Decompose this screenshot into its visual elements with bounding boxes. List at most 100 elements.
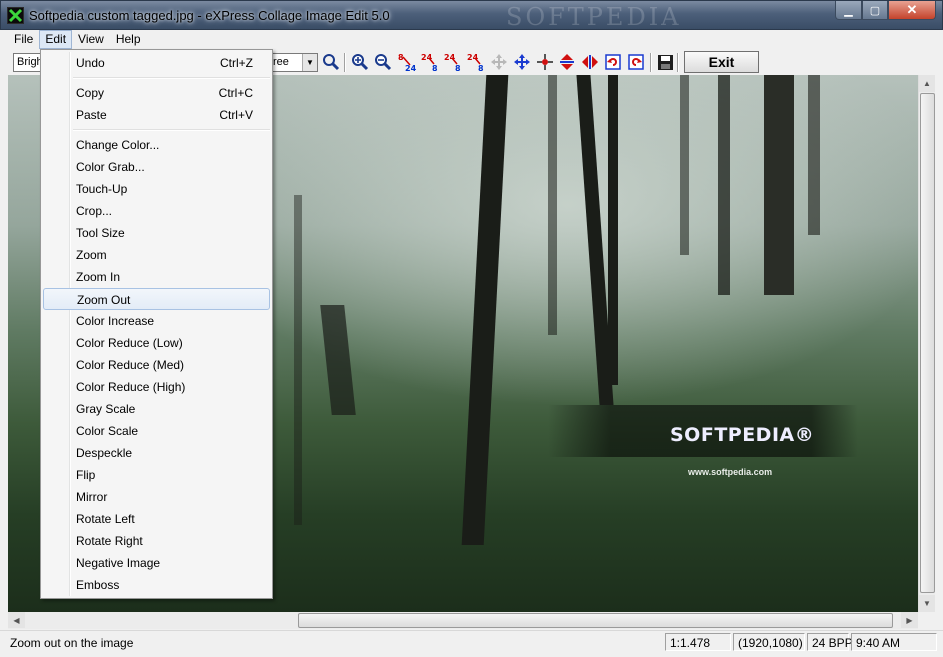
- menu-item-color-scale[interactable]: Color Scale: [43, 420, 270, 442]
- menu-item-label: Zoom Out: [77, 293, 131, 307]
- menu-item-color-increase[interactable]: Color Increase: [43, 310, 270, 332]
- menu-item-undo[interactable]: Undo Ctrl+Z: [43, 52, 270, 74]
- tree-trunk: [548, 75, 557, 335]
- save-icon[interactable]: [655, 52, 675, 72]
- menu-item-mirror[interactable]: Mirror: [43, 486, 270, 508]
- menu-item-label: Color Reduce (Med): [76, 358, 185, 372]
- horizontal-scroll-thumb[interactable]: [298, 613, 893, 628]
- toolbar-separator: [344, 53, 346, 72]
- menu-item-label: Zoom In: [76, 270, 121, 284]
- vertical-scrollbar[interactable]: ▲ ▼: [918, 75, 935, 612]
- svg-text:8: 8: [432, 64, 438, 72]
- menu-item-label: Rotate Right: [76, 534, 143, 548]
- tool-select[interactable]: ree ▼: [270, 53, 318, 72]
- menu-item-color-reduce-low[interactable]: Color Reduce (Low): [43, 332, 270, 354]
- menu-item-label: Color Scale: [76, 424, 139, 438]
- flip-vertical-icon[interactable]: [557, 52, 577, 72]
- menu-item-copy[interactable]: Copy Ctrl+C: [43, 82, 270, 104]
- menu-item-label: Touch-Up: [76, 182, 128, 196]
- menu-item-zoom[interactable]: Zoom: [43, 244, 270, 266]
- chevron-down-icon[interactable]: ▼: [302, 54, 317, 71]
- menu-item-shortcut: Ctrl+V: [219, 108, 253, 122]
- broken-stump: [320, 305, 356, 415]
- zoom-icon[interactable]: [321, 52, 341, 72]
- menu-help[interactable]: Help: [110, 30, 147, 49]
- status-bpp: 24 BPP: [807, 633, 853, 651]
- watermark-logo: SOFTPEDIA®: [670, 424, 815, 446]
- menu-item-zoom-in[interactable]: Zoom In: [43, 266, 270, 288]
- crosshair-icon[interactable]: [535, 52, 555, 72]
- scroll-up-button[interactable]: ▲: [919, 75, 935, 92]
- menu-item-tool-size[interactable]: Tool Size: [43, 222, 270, 244]
- menu-item-label: Color Increase: [76, 314, 155, 328]
- menu-item-label: Change Color...: [76, 138, 160, 152]
- menu-separator: [73, 129, 270, 131]
- menu-item-label: Zoom: [76, 248, 107, 262]
- tool-select-value: ree: [273, 56, 289, 68]
- menu-item-label: Crop...: [76, 204, 113, 218]
- toolbar-separator: [677, 53, 679, 72]
- mirror-icon[interactable]: [580, 52, 600, 72]
- tree-trunk: [680, 75, 689, 255]
- menu-item-color-grab[interactable]: Color Grab...: [43, 156, 270, 178]
- maximize-button[interactable]: ▢: [862, 1, 888, 20]
- menu-item-paste[interactable]: Paste Ctrl+V: [43, 104, 270, 126]
- menu-item-label: Tool Size: [76, 226, 125, 240]
- svg-text:8: 8: [455, 64, 461, 72]
- menu-item-negative-image[interactable]: Negative Image: [43, 552, 270, 574]
- menu-item-label: Color Reduce (Low): [76, 336, 183, 350]
- 24-to-8-bit-b-icon[interactable]: 24 8: [444, 52, 464, 72]
- menu-item-label: Despeckle: [76, 446, 133, 460]
- 8-to-24-bit-icon[interactable]: 8 24: [397, 52, 417, 72]
- tree-trunk: [461, 75, 509, 545]
- menu-item-color-reduce-high[interactable]: Color Reduce (High): [43, 376, 270, 398]
- tree-trunk: [294, 195, 302, 525]
- scroll-right-button[interactable]: ▶: [901, 612, 918, 628]
- title-bar[interactable]: Softpedia custom tagged.jpg - eXPress Co…: [0, 0, 943, 31]
- title-watermark: SOFTPEDIA: [506, 3, 682, 31]
- status-bar: Zoom out on the image 1:1.478 (1920,1080…: [0, 630, 943, 657]
- 24-to-8-bit-icon[interactable]: 24 8: [421, 52, 441, 72]
- menu-item-label: Mirror: [76, 490, 108, 504]
- menu-separator: [73, 77, 270, 79]
- horizontal-scrollbar[interactable]: ◀ ▶: [8, 612, 918, 629]
- 24-to-8-bit-c-icon[interactable]: 24 8: [467, 52, 487, 72]
- app-icon[interactable]: [7, 7, 24, 24]
- status-zoom: 1:1.478: [665, 633, 731, 651]
- menu-item-rotate-left[interactable]: Rotate Left: [43, 508, 270, 530]
- close-button[interactable]: ✕: [888, 1, 936, 20]
- vertical-scroll-thumb[interactable]: [920, 93, 935, 593]
- menu-file[interactable]: File: [8, 30, 39, 49]
- zoom-out-icon[interactable]: [373, 52, 393, 72]
- menu-item-label: Color Grab...: [76, 160, 145, 174]
- zoom-in-icon[interactable]: [350, 52, 370, 72]
- menu-item-zoom-out[interactable]: Zoom Out: [43, 288, 270, 310]
- menu-item-change-color[interactable]: Change Color...: [43, 134, 270, 156]
- menu-item-color-reduce-med[interactable]: Color Reduce (Med): [43, 354, 270, 376]
- menu-item-despeckle[interactable]: Despeckle: [43, 442, 270, 464]
- tree-trunk: [718, 75, 730, 295]
- menu-edit[interactable]: Edit: [39, 30, 73, 49]
- menu-item-shortcut: Ctrl+Z: [220, 56, 253, 70]
- menu-item-touch-up[interactable]: Touch-Up: [43, 178, 270, 200]
- tree-trunk: [808, 75, 820, 235]
- menu-item-flip[interactable]: Flip: [43, 464, 270, 486]
- move-disabled-icon[interactable]: [489, 52, 509, 72]
- minimize-button[interactable]: ▁: [835, 1, 862, 20]
- menu-item-crop[interactable]: Crop...: [43, 200, 270, 222]
- menu-item-label: Emboss: [76, 578, 120, 592]
- menu-item-label: Copy: [76, 86, 105, 100]
- menu-item-label: Rotate Left: [76, 512, 135, 526]
- menu-item-rotate-right[interactable]: Rotate Right: [43, 530, 270, 552]
- move-icon[interactable]: [512, 52, 532, 72]
- menu-item-gray-scale[interactable]: Gray Scale: [43, 398, 270, 420]
- rotate-right-icon[interactable]: [626, 52, 646, 72]
- menu-view[interactable]: View: [72, 30, 110, 49]
- menu-item-emboss[interactable]: Emboss: [43, 574, 270, 596]
- rotate-left-icon[interactable]: [603, 52, 623, 72]
- scroll-left-button[interactable]: ◀: [8, 612, 25, 628]
- tree-trunk: [608, 75, 618, 385]
- menu-item-label: Paste: [76, 108, 107, 122]
- exit-button[interactable]: Exit: [684, 51, 759, 73]
- scroll-down-button[interactable]: ▼: [919, 595, 935, 612]
